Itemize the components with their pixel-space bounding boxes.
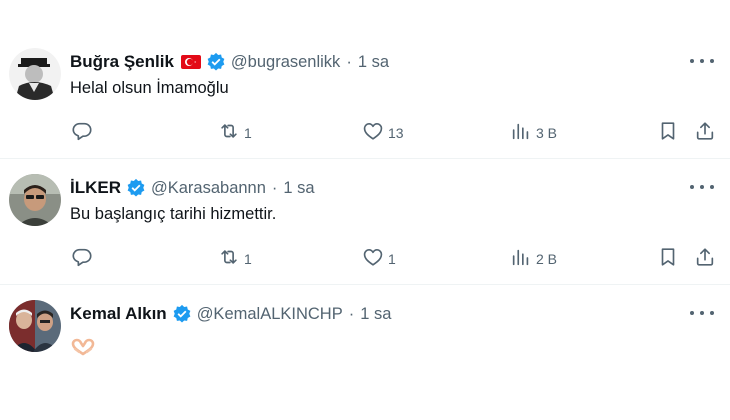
more-icon[interactable] — [690, 53, 714, 69]
avatar[interactable] — [9, 174, 61, 226]
share-icon — [694, 246, 716, 273]
tweet-header: İLKER @Karasabannn · 1 sa — [70, 176, 315, 200]
views-button[interactable]: 2 B — [510, 247, 557, 271]
avatar[interactable] — [9, 48, 61, 100]
views-count: 2 B — [536, 251, 558, 267]
heart-icon — [362, 120, 384, 147]
user-handle[interactable]: @bugrasenlikk — [231, 53, 340, 72]
reply-icon — [71, 120, 93, 147]
reply-icon — [71, 246, 93, 273]
repost-icon — [218, 246, 240, 273]
heart-icon — [362, 246, 384, 273]
tweet[interactable]: Buğra Şenlik @bugrasenlikk · 1 sa Helal … — [0, 33, 730, 158]
reply-button[interactable] — [71, 247, 93, 271]
turkey-flag-icon — [180, 55, 201, 69]
display-name[interactable]: Kemal Alkın — [70, 304, 167, 324]
like-button[interactable]: 1 — [362, 247, 396, 271]
tweet-header: Buğra Şenlik @bugrasenlikk · 1 sa — [70, 50, 389, 74]
user-handle[interactable]: @Karasabannn — [151, 179, 266, 198]
share-icon — [694, 120, 716, 147]
like-count: 13 — [388, 125, 404, 141]
like-count: 1 — [388, 251, 396, 267]
heart-hands-icon — [70, 338, 96, 356]
timestamp[interactable]: 1 sa — [283, 179, 314, 198]
separator-dot: · — [346, 52, 352, 71]
views-button[interactable]: 3 B — [510, 121, 557, 145]
views-count: 3 B — [536, 125, 558, 141]
timestamp[interactable]: 1 sa — [358, 53, 389, 72]
tweet-actions: 1 13 3 B — [0, 121, 730, 145]
repost-count: 1 — [244, 125, 252, 141]
repost-button[interactable]: 1 — [218, 247, 252, 271]
tweet-actions: 1 1 2 B — [0, 247, 730, 271]
separator-dot: · — [271, 178, 278, 197]
repost-icon — [218, 120, 240, 147]
display-name[interactable]: İLKER — [70, 178, 121, 198]
tweet-feed: Buğra Şenlik @bugrasenlikk · 1 sa Helal … — [0, 0, 730, 420]
like-button[interactable]: 13 — [362, 121, 404, 145]
bookmark-icon — [657, 246, 679, 273]
verified-badge-icon[interactable] — [126, 178, 146, 198]
verified-badge-icon[interactable] — [172, 304, 192, 324]
views-icon — [510, 246, 532, 273]
tweet-header: Kemal Alkın @KemalALKINCHP · 1 sa — [70, 302, 391, 326]
avatar[interactable] — [9, 300, 61, 352]
bookmark-button[interactable] — [657, 121, 679, 145]
share-button[interactable] — [694, 121, 716, 145]
separator-dot: · — [348, 304, 355, 323]
user-handle[interactable]: @KemalALKINCHP — [197, 305, 343, 324]
repost-button[interactable]: 1 — [218, 121, 252, 145]
share-button[interactable] — [694, 247, 716, 271]
display-name[interactable]: Buğra Şenlik — [70, 52, 174, 72]
tweet[interactable]: İLKER @Karasabannn · 1 sa Bu başlangıç t… — [0, 159, 730, 284]
bookmark-icon — [657, 120, 679, 147]
tweet[interactable]: Kemal Alkın @KemalALKINCHP · 1 sa — [0, 285, 730, 420]
tweet-text: Helal olsun İmamoğlu — [70, 79, 229, 97]
timestamp[interactable]: 1 sa — [360, 305, 391, 324]
more-icon[interactable] — [690, 179, 714, 195]
reply-button[interactable] — [71, 121, 93, 145]
verified-badge-icon[interactable] — [206, 52, 226, 72]
more-icon[interactable] — [690, 305, 714, 321]
tweet-text: Bu başlangıç tarihi hizmettir. — [70, 205, 277, 223]
repost-count: 1 — [244, 251, 252, 267]
bookmark-button[interactable] — [657, 247, 679, 271]
views-icon — [510, 120, 532, 147]
